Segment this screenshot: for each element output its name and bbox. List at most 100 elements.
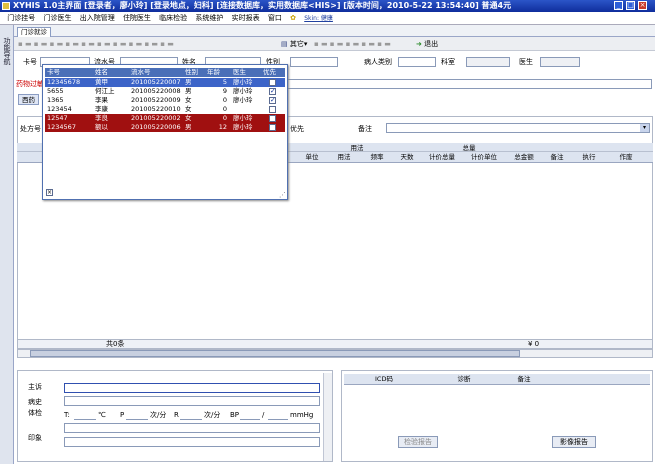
vital-bp-sys-input[interactable] bbox=[240, 410, 260, 420]
popup-cell-name: 李康 bbox=[95, 105, 108, 113]
exit-button[interactable]: ➜ 退出 bbox=[416, 39, 438, 49]
card-no-label: 卡号 bbox=[23, 58, 37, 66]
popup-row[interactable]: 5655 何江上 201005220008 男 9 廖小玲 bbox=[45, 87, 285, 96]
menu-lab[interactable]: 临床检验 bbox=[156, 12, 190, 24]
toolbar: ▪ ▬ ▪ ▬ ▪ ▬ ▪ ▬ ▪ ▬ ▪ ▬ ▪ ▬ ▪ ▬ ▪ ▬ ▪ ▬ … bbox=[14, 37, 655, 51]
toolbar-disabled-buttons: ▪ ▬ ▪ ▬ ▪ ▬ ▪ ▬ ▪ ▬ ▪ ▬ ▪ ▬ ▪ ▬ ▪ ▬ ▪ ▬ bbox=[18, 40, 174, 48]
remark-input[interactable] bbox=[386, 123, 650, 133]
popup-cell-age: 0 bbox=[222, 105, 227, 113]
app-icon bbox=[2, 2, 10, 10]
priority-checkbox[interactable] bbox=[269, 115, 276, 122]
popup-col-serial[interactable]: 流水号 bbox=[131, 68, 181, 77]
popup-cell-serial: 201005220010 bbox=[131, 105, 181, 113]
patient-type-label: 病人类别 bbox=[364, 58, 392, 66]
vital-p-input[interactable] bbox=[126, 410, 148, 420]
image-report-button[interactable]: 影像报告 bbox=[552, 436, 596, 448]
vital-r-input[interactable] bbox=[180, 410, 202, 420]
popup-row[interactable]: 12345678 黄甲 201005220007 男 5 廖小玲 bbox=[45, 78, 285, 87]
popup-cell-doctor: 廖小玲 bbox=[233, 87, 253, 95]
popup-resize-grip-icon[interactable]: ⋰ bbox=[279, 191, 287, 199]
priority-checkbox[interactable] bbox=[269, 106, 276, 113]
tab-outpatient-visit[interactable]: 门诊就诊 bbox=[17, 27, 51, 37]
priority-checkbox[interactable] bbox=[269, 87, 276, 96]
popup-cell-age: 9 bbox=[222, 87, 227, 95]
vital-t-input[interactable] bbox=[74, 410, 96, 420]
other-button[interactable]: ▤ 其它▾ bbox=[281, 39, 307, 49]
popup-row[interactable]: 1365 李果 201005220009 女 0 廖小玲 bbox=[45, 96, 285, 105]
vital-t-label: T: bbox=[64, 411, 70, 419]
dept-label: 科室 bbox=[441, 58, 455, 66]
history-input[interactable] bbox=[64, 396, 320, 406]
popup-cell-sex: 女 bbox=[185, 96, 192, 104]
col-total-amount[interactable]: 总金额 bbox=[507, 153, 541, 162]
popup-cell-sex: 男 bbox=[185, 123, 192, 131]
popup-cell-card: 5655 bbox=[47, 87, 64, 95]
menu-system[interactable]: 系统维护 bbox=[192, 12, 226, 24]
col-execute[interactable]: 执行 bbox=[577, 153, 601, 162]
col-icd[interactable]: ICD码 bbox=[364, 375, 404, 384]
notes-scrollbar[interactable] bbox=[323, 373, 332, 461]
col-diag-remark[interactable]: 备注 bbox=[504, 375, 544, 384]
popup-cell-serial: 201005220007 bbox=[131, 78, 181, 86]
col-void[interactable]: 作废 bbox=[613, 153, 639, 162]
popup-col-card[interactable]: 卡号 bbox=[47, 68, 83, 77]
doctor-input[interactable] bbox=[540, 57, 580, 67]
popup-col-priority[interactable]: 优先 bbox=[263, 68, 283, 77]
left-nav-bar[interactable]: 功能导航 bbox=[0, 25, 14, 464]
col-billing-total[interactable]: 计价总量 bbox=[423, 153, 461, 162]
menu-admission[interactable]: 出入院管理 bbox=[77, 12, 118, 24]
dept-input[interactable] bbox=[466, 57, 510, 67]
popup-col-name[interactable]: 姓名 bbox=[95, 68, 125, 77]
exam-label: 体检 bbox=[28, 409, 42, 417]
col-billing-unit[interactable]: 计价单位 bbox=[465, 153, 503, 162]
priority-checkbox[interactable] bbox=[269, 124, 276, 131]
col-usage[interactable]: 用法 bbox=[331, 153, 357, 162]
menu-outpatient-register[interactable]: 门诊挂号 bbox=[4, 12, 38, 24]
menu-outpatient-doctor[interactable]: 门诊医生 bbox=[40, 12, 74, 24]
popup-cell-sex: 女 bbox=[185, 114, 192, 122]
popup-cell-name: 李果 bbox=[95, 96, 108, 104]
popup-row[interactable]: 12547 李良 201005220002 女 0 廖小玲 bbox=[45, 114, 285, 123]
tab-western-medicine[interactable]: 西药 bbox=[18, 94, 39, 105]
other-label: 其它 bbox=[289, 40, 304, 48]
menu-inpatient-doctor[interactable]: 住院医生 bbox=[120, 12, 154, 24]
vital-r-unit: 次/分 bbox=[204, 411, 221, 419]
vital-t-unit: ℃ bbox=[98, 411, 106, 419]
popup-col-sex[interactable]: 性别 bbox=[185, 68, 205, 77]
popup-cell-age: 0 bbox=[222, 114, 227, 122]
vital-bp-dia-input[interactable] bbox=[268, 410, 288, 420]
popup-close-icon[interactable]: × bbox=[46, 189, 53, 196]
popup-cell-serial: 201005220009 bbox=[131, 96, 181, 104]
patient-type-input[interactable] bbox=[398, 57, 436, 67]
skin-link[interactable]: Skin: 健康 bbox=[301, 13, 336, 25]
scrollbar-thumb[interactable] bbox=[30, 350, 520, 357]
remark-dropdown-icon[interactable]: ▾ bbox=[640, 124, 649, 132]
skin-icon[interactable]: ✿ bbox=[287, 12, 299, 24]
col-days[interactable]: 天数 bbox=[395, 153, 419, 162]
minimize-icon[interactable]: _ bbox=[614, 1, 623, 10]
gender-input[interactable] bbox=[290, 57, 338, 67]
check-report-button[interactable]: 检验报告 bbox=[398, 436, 438, 448]
priority-checkbox[interactable] bbox=[269, 79, 276, 86]
popup-col-doctor[interactable]: 医生 bbox=[233, 68, 263, 77]
col-diagnosis[interactable]: 诊断 bbox=[444, 375, 484, 384]
impression-input[interactable] bbox=[64, 437, 320, 447]
popup-cell-card: 123454 bbox=[47, 105, 72, 113]
popup-cell-doctor: 廖小玲 bbox=[233, 114, 253, 122]
col-unit[interactable]: 单位 bbox=[299, 153, 325, 162]
col-frequency[interactable]: 频率 bbox=[363, 153, 391, 162]
popup-col-age[interactable]: 年龄 bbox=[207, 68, 231, 77]
menu-reports[interactable]: 实时报表 bbox=[229, 12, 263, 24]
priority-checkbox[interactable] bbox=[269, 96, 276, 105]
popup-cell-serial: 201005220008 bbox=[131, 87, 181, 95]
close-icon[interactable]: × bbox=[638, 1, 647, 10]
menu-window[interactable]: 窗口 bbox=[265, 12, 285, 24]
window-title-bar: XYHIS 1.0主界面 [登录者，廖小玲] [登录地点，妇科] [连接数据库，… bbox=[0, 0, 655, 12]
history-label: 病史 bbox=[28, 398, 42, 406]
popup-row[interactable]: 1234567 额以 201005220006 男 12 廖小玲 bbox=[45, 123, 285, 132]
exam-input[interactable] bbox=[64, 423, 320, 433]
popup-row[interactable]: 123454 李康 201005220010 女 0 bbox=[45, 105, 285, 114]
maximize-icon[interactable]: □ bbox=[626, 1, 635, 10]
complaint-input[interactable] bbox=[64, 383, 320, 393]
col-remark[interactable]: 备注 bbox=[545, 153, 569, 162]
